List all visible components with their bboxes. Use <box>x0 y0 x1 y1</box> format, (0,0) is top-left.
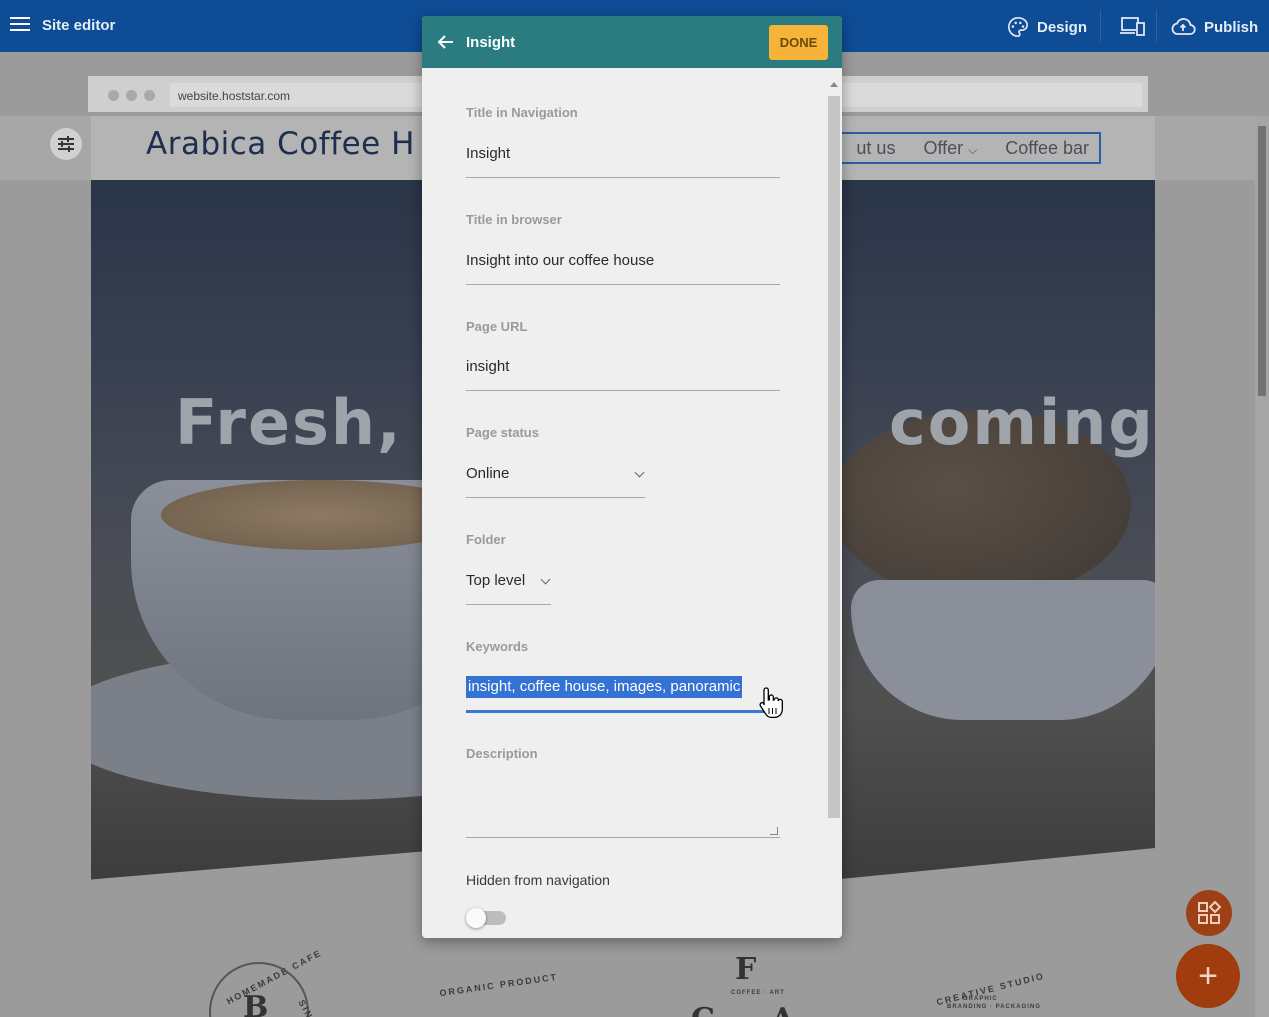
devices-button[interactable] <box>1120 14 1146 40</box>
widgets-icon <box>1198 901 1221 924</box>
folder-underline <box>466 604 551 605</box>
sliders-icon <box>58 136 74 152</box>
browser-title-underline <box>466 284 780 285</box>
page-scrollbar-thumb[interactable] <box>1258 126 1266 396</box>
hero-heading-right: coming <box>889 386 1155 459</box>
nav-title-input[interactable]: Insight <box>466 145 510 162</box>
folder-label: Folder <box>466 532 506 547</box>
logo-organic-text: ORGANIC PRODUCT <box>438 971 559 999</box>
toggle-knob <box>466 908 486 928</box>
dialog-scrollbar-thumb[interactable] <box>828 96 840 818</box>
browser-title-label: Title in browser <box>466 212 562 227</box>
dialog-title: Insight <box>466 34 516 51</box>
plus-icon: + <box>1198 956 1218 995</box>
keywords-underline-focused <box>466 710 768 713</box>
app-title: Site editor <box>42 17 116 34</box>
cloud-upload-icon <box>1171 18 1196 35</box>
chevron-down-icon: ⌵ <box>968 142 978 157</box>
nav-item-offer[interactable]: Offer ⌵ <box>923 138 977 159</box>
description-textarea[interactable] <box>466 786 780 838</box>
logo-creative-sub1: GRAPHIC <box>963 996 998 1002</box>
hidden-nav-label: Hidden from navigation <box>466 872 610 888</box>
logo-coffee-bottom-1: C <box>691 1002 715 1017</box>
publish-button[interactable]: Publish <box>1170 14 1258 40</box>
page-status-label: Page status <box>466 425 539 440</box>
hidden-nav-toggle[interactable] <box>466 908 506 928</box>
keywords-label: Keywords <box>466 639 529 654</box>
browser-title-input[interactable]: Insight into our coffee house <box>466 252 654 269</box>
folder-select[interactable]: Top level <box>466 572 525 589</box>
nav-item-about[interactable]: ut us <box>856 138 895 159</box>
publish-label: Publish <box>1204 18 1259 36</box>
hand-cursor-icon <box>759 687 783 719</box>
done-button[interactable]: DONE <box>769 25 828 60</box>
window-dot <box>144 90 155 101</box>
window-dot <box>108 90 119 101</box>
design-label: Design <box>1037 18 1088 36</box>
keywords-input[interactable]: insight, coffee house, images, panoramic <box>466 676 743 698</box>
logo-coffee-letter: F <box>735 952 757 987</box>
topbar-divider <box>1156 10 1157 42</box>
devices-icon <box>1120 17 1145 36</box>
page-status-underline <box>466 497 645 498</box>
dialog-header: Insight DONE <box>422 16 842 68</box>
nav-title-underline <box>466 177 780 178</box>
page-url-label: Page URL <box>466 319 528 334</box>
nav-item-coffee-bar[interactable]: Coffee bar <box>1005 138 1089 159</box>
scroll-up-arrow-icon[interactable] <box>830 82 838 87</box>
logo-creative-sub2: BRANDING · PACKAGING <box>947 1004 1041 1010</box>
logo-homemade-letter: B <box>243 990 269 1017</box>
chevron-down-icon[interactable] <box>540 574 551 585</box>
widgets-button[interactable] <box>1186 890 1232 936</box>
resize-handle-icon[interactable] <box>770 827 778 835</box>
page-settings-dialog: Insight DONE Title in Navigation Insight… <box>422 16 842 938</box>
nav-item-offer-label: Offer <box>923 137 964 158</box>
description-label: Description <box>466 746 538 761</box>
page-url-input[interactable]: insight <box>466 358 509 375</box>
adjust-button[interactable] <box>50 128 82 160</box>
arrow-left-icon[interactable] <box>436 32 456 52</box>
page-scrollbar[interactable] <box>1255 116 1269 1017</box>
topbar-divider <box>1100 10 1101 42</box>
hero-bowl-shape <box>851 580 1155 720</box>
window-dot <box>126 90 137 101</box>
design-button[interactable]: Design <box>1007 14 1087 40</box>
palette-icon <box>1008 17 1028 37</box>
dialog-scrollbar[interactable] <box>828 82 840 938</box>
add-element-button[interactable]: + <box>1176 944 1240 1008</box>
logo-coffee-small: COFFEE · ART <box>731 990 785 996</box>
chevron-down-icon[interactable] <box>634 467 645 478</box>
page-url-underline <box>466 390 780 391</box>
hamburger-icon[interactable] <box>10 17 30 33</box>
nav-title-label: Title in Navigation <box>466 105 578 120</box>
logo-coffee-bottom-2: A <box>771 1002 794 1017</box>
page-status-select[interactable]: Online <box>466 465 509 482</box>
site-logo[interactable]: Arabica Coffee H <box>146 126 415 162</box>
